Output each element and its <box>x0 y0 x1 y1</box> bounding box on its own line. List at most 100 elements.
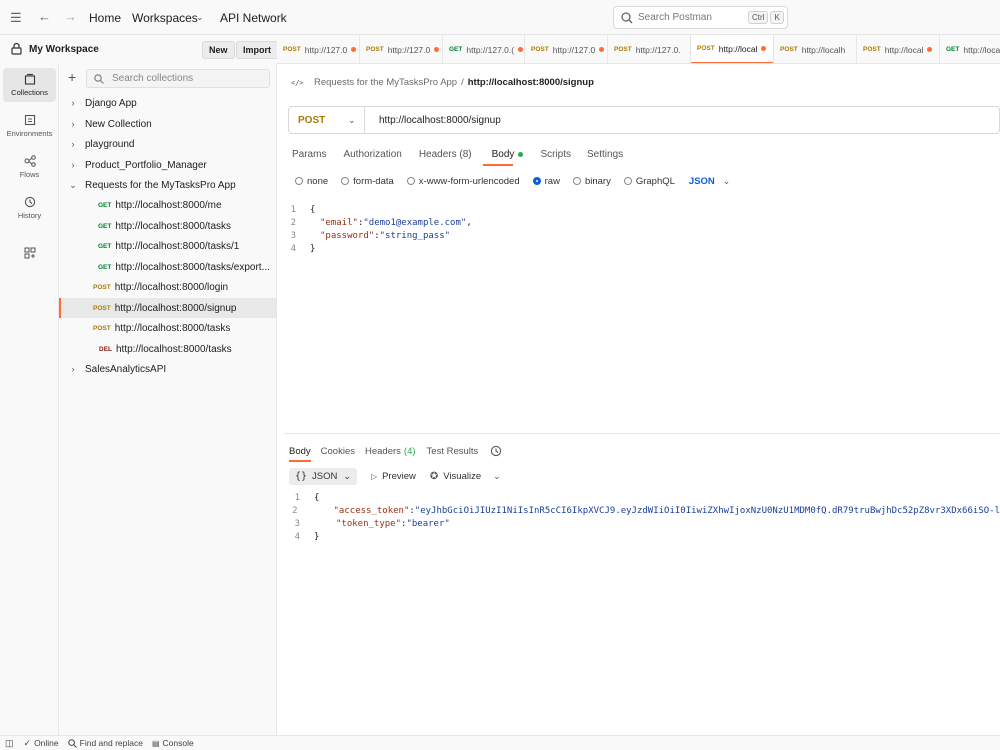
collections-search-input[interactable]: Search collections <box>86 69 270 88</box>
method-badge: POST <box>614 46 632 53</box>
visualize-button[interactable]: Visualize <box>443 471 481 482</box>
response-tab-body[interactable]: Body <box>289 446 311 457</box>
radio-none[interactable] <box>295 177 303 185</box>
rail-environments[interactable]: Environments <box>3 109 56 143</box>
console-button[interactable]: Console <box>163 738 194 748</box>
history-icon[interactable] <box>490 445 502 457</box>
collection-django-app[interactable]: › Django App <box>59 93 276 113</box>
nav-home[interactable]: Home <box>89 11 121 25</box>
breadcrumb-collection[interactable]: Requests for the MyTasksPro App <box>314 77 457 88</box>
request-item[interactable]: POST http://localhost:8000/login <box>59 277 276 297</box>
request-tab[interactable]: POST http://127.0 <box>360 35 443 63</box>
request-tab[interactable]: POST http://127.0. <box>608 35 691 63</box>
tab-authorization[interactable]: Authorization <box>343 149 401 160</box>
tab-headers[interactable]: Headers (8) <box>419 149 472 160</box>
request-item[interactable]: GET http://localhost:8000/tasks/export... <box>59 257 276 277</box>
find-replace-button[interactable]: Find and replace <box>80 738 143 748</box>
rail-collections[interactable]: Collections <box>3 68 56 102</box>
import-button[interactable]: Import <box>236 41 278 59</box>
forward-arrow-icon[interactable]: → <box>64 9 77 24</box>
nav-workspaces[interactable]: Workspaces <box>132 11 198 25</box>
url-input[interactable]: http://localhost:8000/signup <box>379 115 501 126</box>
json-key: "password" <box>320 230 375 241</box>
request-url: http://localhost:8000/tasks <box>115 220 231 232</box>
tab-label: http://127.0 <box>552 44 596 55</box>
rail-label: Environments <box>6 129 53 138</box>
collection-new-collection[interactable]: › New Collection <box>59 114 276 134</box>
response-tab-test-results[interactable]: Test Results <box>427 446 479 457</box>
method-badge: GET <box>449 46 463 53</box>
back-arrow-icon[interactable]: ← <box>38 9 51 24</box>
chevron-down-icon[interactable]: ⌄ <box>196 12 204 23</box>
body-format-select[interactable]: JSON <box>689 176 715 187</box>
collection-label: Product_Portfolio_Manager <box>85 159 207 171</box>
radio-urlencoded[interactable] <box>406 177 415 185</box>
collection-salesanalytics[interactable]: › SalesAnalyticsAPI <box>59 359 276 379</box>
radio-graphql[interactable] <box>623 177 632 185</box>
tab-params[interactable]: Params <box>292 149 326 160</box>
tab-settings[interactable]: Settings <box>587 149 623 160</box>
json-value: "string_pass" <box>379 230 451 241</box>
unsaved-dot <box>518 47 524 52</box>
request-tab[interactable]: GET http://127.0.( <box>443 35 525 63</box>
chevron-down-icon[interactable]: ⌄ <box>493 471 501 482</box>
request-item[interactable]: POST http://localhost:8000/tasks <box>59 318 276 338</box>
response-body-viewer[interactable]: 1{ 2 "access_token": "eyJhbGciOiJIUzI1NiI… <box>288 491 1000 551</box>
json-value: "demo1@example.com" <box>363 217 467 228</box>
status-bar: ◫ ✓ Online Find and replace ▤ Console <box>0 735 1000 750</box>
request-body-editor[interactable]: 1{ 2 "email": "demo1@example.com", 3 "pass… <box>284 200 1000 434</box>
response-tab-cookies[interactable]: Cookies <box>321 446 355 457</box>
radio-label: raw <box>544 175 560 187</box>
request-tab-active[interactable]: POST http://local <box>691 35 774 63</box>
workspace-header: My Workspace New Import <box>0 35 278 64</box>
json-value: "eyJhbGciOiJIUzI1NiIsInR5cCI6IkpXVCJ9.ey… <box>414 505 1000 516</box>
line-number: 1 <box>294 492 300 503</box>
request-item-selected[interactable]: POST http://localhost:8000/signup <box>59 298 276 318</box>
tab-label: http://127.0. <box>635 44 681 55</box>
radio-label: GraphQL <box>635 175 675 187</box>
rail-history[interactable]: History <box>3 191 56 225</box>
request-item[interactable]: GET http://localhost:8000/tasks <box>59 216 276 236</box>
add-collection-plus-icon[interactable]: + <box>68 69 76 85</box>
collection-product-portfolio[interactable]: › Product_Portfolio_Manager <box>59 155 276 175</box>
chevron-down-icon[interactable]: ⌄ <box>723 176 731 187</box>
rail-apps[interactable] <box>3 236 56 270</box>
menu-icon[interactable]: ☰ <box>10 10 22 26</box>
request-tab[interactable]: POST http://127.0 <box>277 35 360 63</box>
tab-label: http://local <box>718 43 758 54</box>
line-number: 2 <box>292 505 298 516</box>
request-item[interactable]: GET http://localhost:8000/me <box>59 195 276 215</box>
response-tab-headers[interactable]: Headers <box>365 446 401 457</box>
radio-form-data[interactable] <box>341 177 350 185</box>
online-status[interactable]: Online <box>34 738 59 748</box>
format-value: JSON <box>312 471 338 482</box>
request-url: http://localhost:8000/me <box>115 199 222 211</box>
nav-api-network[interactable]: API Network <box>220 11 287 25</box>
request-url: http://localhost:8000/tasks/1 <box>115 240 240 252</box>
collection-playground[interactable]: › playground <box>59 134 276 154</box>
collection-mytaskspro[interactable]: ⌄ Requests for the MyTasksPro App <box>59 175 276 195</box>
rail-flows[interactable]: Flows <box>3 150 56 184</box>
request-tab[interactable]: GET http://loca <box>940 35 1000 63</box>
method-badge: DEL <box>99 345 112 353</box>
tab-body[interactable]: Body <box>492 149 515 160</box>
preview-button[interactable]: Preview <box>382 471 416 482</box>
request-item[interactable]: DEL http://localhost:8000/tasks <box>59 339 276 359</box>
search-placeholder: Search collections <box>112 73 194 84</box>
tab-scripts[interactable]: Scripts <box>540 149 571 160</box>
request-tab[interactable]: POST http://localh <box>774 35 857 63</box>
search-icon <box>621 11 633 23</box>
body-active-dot <box>518 151 524 157</box>
radio-binary[interactable] <box>572 177 581 185</box>
request-item[interactable]: GET http://localhost:8000/tasks/1 <box>59 236 276 256</box>
method-select[interactable]: POST ⌄ <box>289 107 365 133</box>
request-tab[interactable]: POST http://local <box>857 35 940 63</box>
radio-raw[interactable] <box>532 177 541 185</box>
workspace-title: My Workspace <box>29 44 99 55</box>
global-search[interactable]: Search Postman Ctrl K <box>613 6 788 29</box>
response-format-select[interactable]: {} JSON ⌄ <box>289 468 357 485</box>
request-tab[interactable]: POST http://127.0 <box>525 35 608 63</box>
new-button[interactable]: New <box>202 41 235 59</box>
sidebar-toggle-icon[interactable]: ◫ <box>5 738 14 749</box>
play-icon: ▷ <box>370 472 378 481</box>
